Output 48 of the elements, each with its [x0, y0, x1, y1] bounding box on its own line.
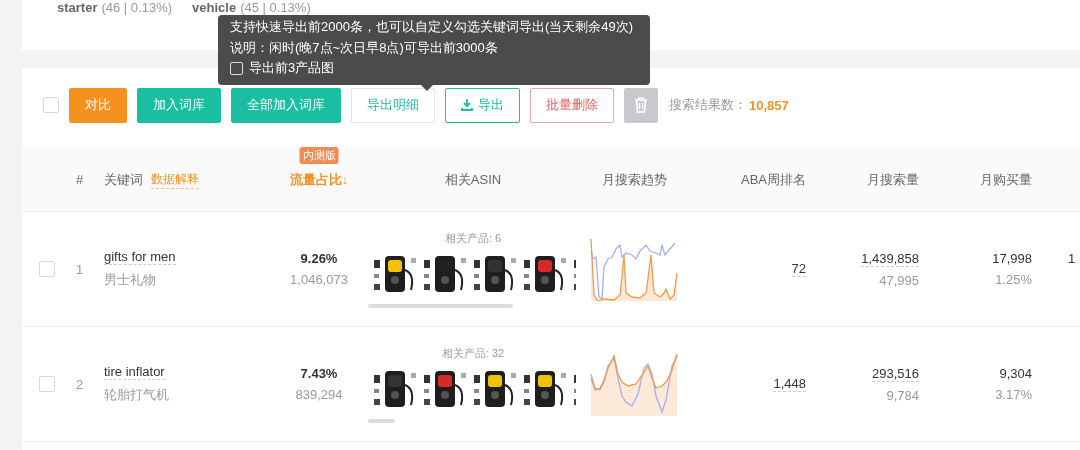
tag-stats: (46 | 0.13%) [101, 1, 173, 15]
column-header: 月搜索趋势 [601, 170, 667, 189]
toolbar-button[interactable]: 加入词库 [137, 87, 221, 123]
table-cell: 1 [1068, 250, 1076, 266]
tag-term[interactable]: starter [57, 1, 98, 15]
toolbar-button[interactable]: 全部加入词库 [231, 87, 341, 123]
traffic-count: 839,294 [295, 387, 343, 402]
daily-search: 47,995 [879, 272, 919, 288]
row-index: 1 [76, 261, 84, 277]
monthly-search: 1,439,858 [861, 250, 919, 267]
traffic-share: 9.26% [300, 251, 338, 266]
monthly-search: 293,516 [872, 365, 919, 382]
aba-rank: 72 [791, 261, 806, 277]
toolbar-button[interactable]: 批量删除 [530, 87, 614, 123]
row-index: 2 [76, 376, 84, 392]
keyword-translation: 轮胎打气机 [104, 386, 169, 404]
toolbar-button[interactable]: 导出明细 [351, 87, 435, 123]
keyword-translation: 男士礼物 [104, 271, 156, 289]
beta-badge: 内测版 [299, 146, 339, 164]
related-products-label: 相关产品: 32 [441, 345, 505, 361]
related-products-label: 相关产品: 6 [444, 230, 502, 246]
checkbox-label: 导出前3产品图 [249, 59, 335, 77]
toolbar-button[interactable]: 对比 [69, 87, 127, 123]
aba-rank: 1,448 [773, 376, 806, 392]
result-count: 10,857 [749, 97, 789, 113]
data-explain-link[interactable]: 数据解释 [151, 170, 199, 189]
tag-term[interactable]: vehicle [192, 1, 237, 15]
toolbar-button[interactable]: 导出 [445, 87, 520, 123]
column-header[interactable]: 流量占比↓ [289, 170, 349, 189]
purchase-rate: 3.17% [995, 387, 1032, 402]
column-header: 月购买量 [980, 170, 1032, 189]
column-header: # [76, 172, 84, 187]
column-header: 关键词 [104, 170, 143, 189]
traffic-share: 7.43% [300, 366, 338, 381]
tooltip-text: 说明：闲时(晚7点~次日早8点)可导出前3000条 [230, 39, 499, 57]
purchase-rate: 1.25% [995, 272, 1032, 287]
column-header: 月搜索量 [867, 170, 919, 189]
tag-stats: (45 | 0.13%) [240, 1, 311, 15]
traffic-count: 1,046,073 [290, 272, 348, 287]
column-header: 相关ASIN [444, 170, 502, 189]
daily-search: 9,784 [886, 387, 919, 403]
tooltip-text: 支持快速导出前2000条，也可以自定义勾选关键词导出(当天剩余49次) [230, 18, 635, 36]
column-header: ABA周排名 [741, 170, 806, 189]
keyword[interactable]: gifts for men [104, 249, 176, 265]
keyword[interactable]: tire inflator [104, 364, 165, 380]
monthly-purchase: 17,998 [992, 251, 1032, 266]
result-label: 搜索结果数： [669, 96, 747, 114]
monthly-purchase: 9,304 [999, 366, 1032, 381]
